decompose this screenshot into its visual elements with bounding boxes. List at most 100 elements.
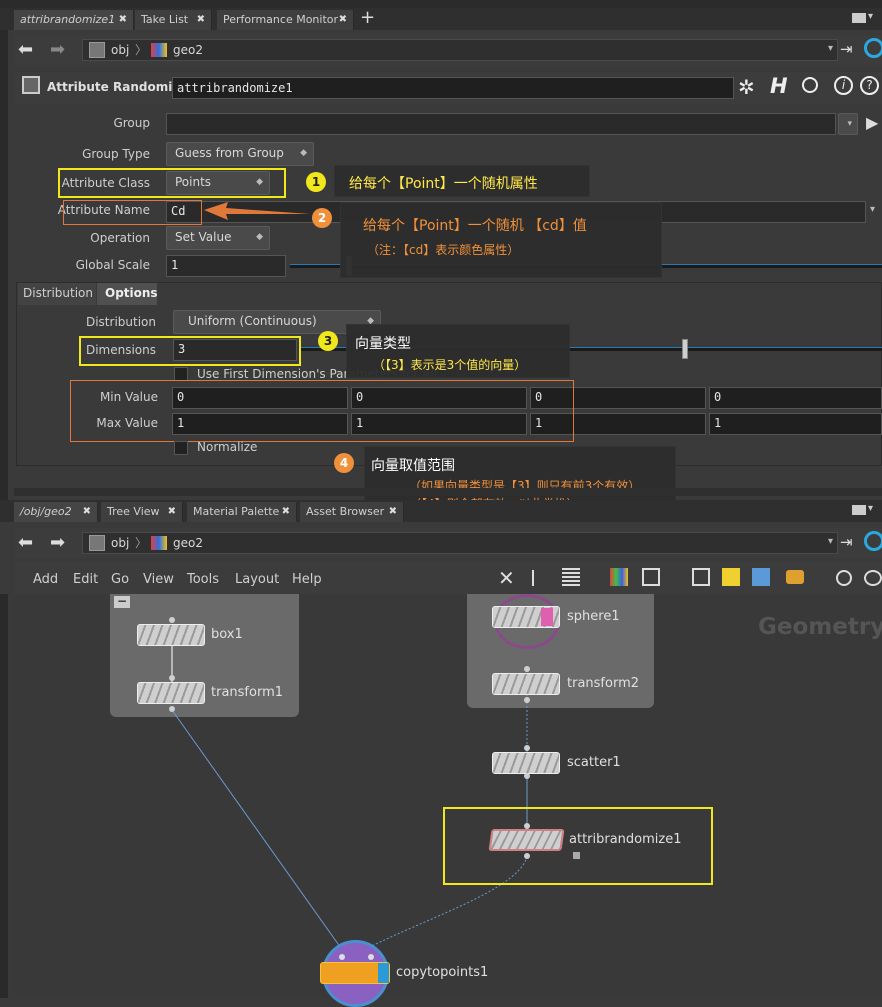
use-first-checkbox[interactable] <box>174 367 188 381</box>
close-icon[interactable]: ✖ <box>389 502 397 522</box>
link-icon[interactable] <box>864 38 882 58</box>
package-icon[interactable] <box>786 570 804 584</box>
close-icon[interactable]: ✖ <box>168 502 176 522</box>
network-menu-bar: Add Edit Go View Tools Layout Help ✕ <box>14 562 882 594</box>
forward-arrow-icon[interactable]: ➡ <box>50 39 65 60</box>
pane-menu-icon[interactable] <box>852 505 866 515</box>
sticky-note-icon[interactable] <box>722 568 740 586</box>
left-scrollbar[interactable] <box>0 30 8 500</box>
transform1-input[interactable] <box>169 675 175 681</box>
node-box1[interactable] <box>137 624 205 646</box>
search-icon[interactable] <box>836 570 852 586</box>
list-icon[interactable] <box>562 568 580 586</box>
chevron-down-icon[interactable]: ▾ <box>828 43 833 54</box>
palette-icon[interactable] <box>610 568 628 586</box>
group-type-menu[interactable]: Guess from Group ◆ <box>166 142 314 166</box>
pane-divider[interactable] <box>14 488 882 496</box>
scatter1-input[interactable] <box>524 745 530 751</box>
tab-options[interactable]: Options <box>97 283 158 305</box>
tab-take-list[interactable]: Take List ✖ <box>135 10 212 30</box>
select-arrow-icon[interactable]: ▶ <box>866 113 878 132</box>
obj-icon <box>89 535 105 551</box>
copytopoints1-input-1[interactable] <box>339 954 345 960</box>
pin-icon[interactable]: ⇥ <box>840 40 853 58</box>
close-icon[interactable]: ✖ <box>119 10 127 30</box>
chevron-down-icon[interactable]: ▾ <box>868 503 873 514</box>
close-icon[interactable]: ✖ <box>197 10 205 30</box>
tab-performance-monitor[interactable]: Performance Monitor ✖ <box>217 10 354 30</box>
node-scatter1[interactable] <box>492 752 560 774</box>
network-path-field[interactable]: obj 〉 geo2 ▾ <box>82 532 838 554</box>
display-flag[interactable] <box>541 608 553 626</box>
node-name-field[interactable]: attribrandomize1 <box>172 77 734 99</box>
menu-go[interactable]: Go <box>111 572 129 587</box>
chevron-down-icon[interactable]: ▾ <box>870 204 875 215</box>
operation-menu[interactable]: Set Value ◆ <box>166 226 270 250</box>
copytopoints1-input-2[interactable] <box>368 954 374 960</box>
gear-icon[interactable]: ✲ <box>738 75 755 99</box>
breadcrumb-obj[interactable]: obj <box>111 533 129 553</box>
annotation-2: 给每个【Point】一个随机 【cd】值 （注：【cd】表示颜色属性） <box>340 202 662 278</box>
menu-view[interactable]: View <box>143 572 174 587</box>
box1-input[interactable] <box>169 617 175 623</box>
obj-icon <box>89 42 105 58</box>
image-icon[interactable] <box>752 568 770 586</box>
tab-material-palette[interactable]: Material Palette ✖ <box>187 502 297 522</box>
chevron-down-icon[interactable]: ▾ <box>868 11 873 22</box>
render-flag[interactable] <box>378 963 389 983</box>
link-icon[interactable] <box>864 531 882 551</box>
collapse-icon[interactable]: − <box>114 595 130 608</box>
eye-icon[interactable] <box>864 570 882 586</box>
transform2-input[interactable] <box>524 666 530 672</box>
help-icon[interactable]: ? <box>860 76 879 95</box>
normalize-checkbox[interactable] <box>174 441 188 455</box>
add-tab-icon[interactable]: + <box>360 8 375 28</box>
pane-menu-icon[interactable] <box>852 13 866 23</box>
search-icon[interactable] <box>802 77 818 93</box>
transform1-output[interactable] <box>169 706 175 712</box>
menu-tools[interactable]: Tools <box>187 572 219 587</box>
path-field[interactable]: obj 〉 geo2 ▾ <box>82 39 838 61</box>
info-icon[interactable]: i <box>834 76 853 95</box>
tab-obj-geo2[interactable]: /obj/geo2 ✖ <box>14 502 98 522</box>
close-icon[interactable]: ✖ <box>339 10 347 30</box>
breadcrumb-geo2[interactable]: geo2 <box>173 40 203 60</box>
chevron-down-icon[interactable]: ▾ <box>828 536 833 547</box>
param-header: Attribute Randomize attribrandomize1 ✲ H… <box>14 72 882 104</box>
global-scale-field[interactable]: 1 <box>166 255 286 277</box>
distribution-label: Distribution <box>85 315 156 329</box>
help-h-icon[interactable]: H <box>770 74 788 98</box>
transform2-output[interactable] <box>524 697 530 703</box>
group-dropdown[interactable]: ▾ <box>838 113 858 135</box>
node-transform1[interactable] <box>137 682 205 704</box>
scatter1-output[interactable] <box>524 773 530 779</box>
grid-icon[interactable] <box>642 568 660 586</box>
menu-help[interactable]: Help <box>292 572 322 587</box>
breadcrumb-obj[interactable]: obj <box>111 40 129 60</box>
geo-icon <box>151 43 167 57</box>
tools-icon[interactable]: ✕ <box>498 566 515 590</box>
back-arrow-icon[interactable]: ⬅ <box>18 532 33 553</box>
max-value-w[interactable]: 1 <box>709 413 882 435</box>
group-field[interactable] <box>166 113 836 135</box>
tab-attribrandomize1[interactable]: attribrandomize1 ✖ <box>14 10 134 30</box>
menu-edit[interactable]: Edit <box>73 572 98 587</box>
min-value-w[interactable]: 0 <box>709 387 882 409</box>
node-transform2[interactable] <box>492 673 560 695</box>
left-scrollbar-bottom[interactable] <box>0 594 8 998</box>
tree-icon[interactable] <box>532 570 544 586</box>
breadcrumb-geo2[interactable]: geo2 <box>173 533 203 553</box>
tab-tree-view[interactable]: Tree View ✖ <box>101 502 183 522</box>
forward-arrow-icon[interactable]: ➡ <box>50 532 65 553</box>
network-box-icon[interactable] <box>692 568 710 586</box>
close-icon[interactable]: ✖ <box>83 502 91 522</box>
menu-add[interactable]: Add <box>33 572 58 587</box>
close-icon[interactable]: ✖ <box>282 502 290 522</box>
menu-layout[interactable]: Layout <box>235 572 279 587</box>
node-scatter1-label: scatter1 <box>567 755 621 770</box>
pin-icon[interactable]: ⇥ <box>840 533 853 551</box>
tab-distribution[interactable]: Distribution <box>18 283 96 305</box>
back-arrow-icon[interactable]: ⬅ <box>18 39 33 60</box>
tab-asset-browser[interactable]: Asset Browser ✖ <box>300 502 404 522</box>
dimensions-slider-handle[interactable] <box>682 339 688 359</box>
